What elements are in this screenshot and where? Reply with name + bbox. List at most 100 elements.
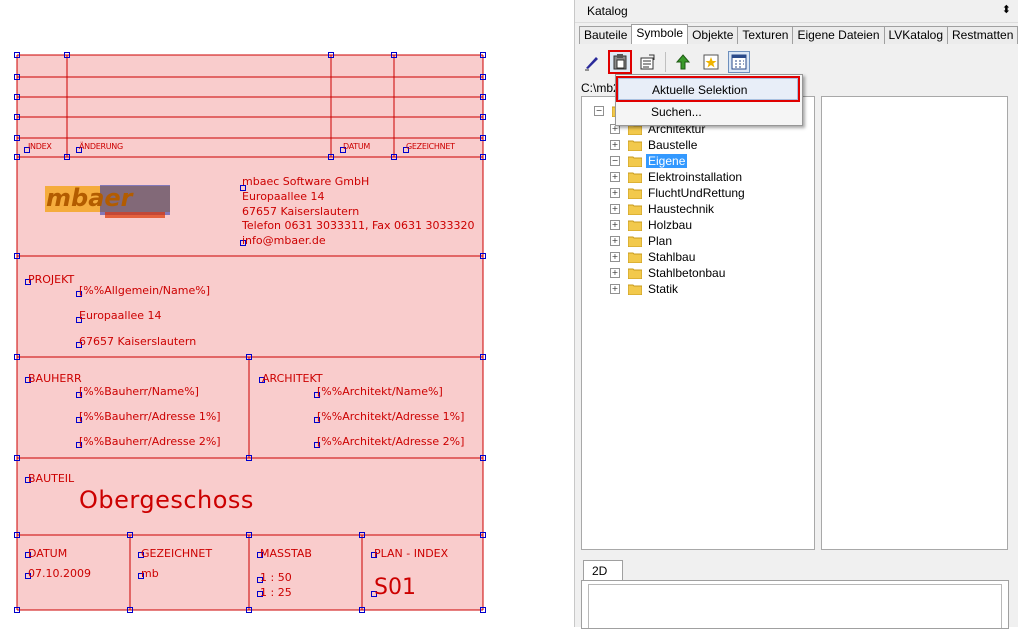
expand-icon[interactable]: + <box>610 140 620 150</box>
tab-lvkatalog[interactable]: LVKatalog <box>883 26 949 44</box>
tree-item-plan[interactable]: + Plan <box>610 233 674 249</box>
catalog-toolbar <box>581 50 756 74</box>
architect-address-1: [%%Architekt/Adresse 1%] <box>317 410 465 423</box>
up-arrow-icon <box>675 54 691 70</box>
project-name: [%%Allgemein/Name%] <box>79 284 210 297</box>
company-email: info@mbaer.de <box>242 234 326 247</box>
folder-icon <box>628 252 642 263</box>
folder-icon <box>628 284 642 295</box>
view-2d-pane[interactable] <box>581 580 1009 629</box>
tree-item-label: Holzbau <box>648 218 693 232</box>
properties-button[interactable] <box>637 51 659 73</box>
tree-item-baustelle[interactable]: + Baustelle <box>610 137 699 153</box>
tab-texturen[interactable]: Texturen <box>737 26 794 44</box>
tree-item-label: Eigene <box>646 154 688 168</box>
panel-title-bar: Katalog ⬍ <box>575 0 1018 23</box>
project-label: PROJEKT <box>28 273 75 286</box>
owner-name: [%%Bauherr/Name%] <box>79 385 199 398</box>
tree-item-label: Statik <box>648 282 679 296</box>
footer-date-label: DATUM <box>28 547 68 560</box>
panel-title: Katalog <box>587 4 628 18</box>
header-date-label: DATUM <box>343 142 371 151</box>
company-street: Europaallee 14 <box>242 190 325 203</box>
tab-symbole[interactable]: Symbole <box>631 24 689 44</box>
tab-objekte[interactable]: Objekte <box>687 26 739 44</box>
expand-icon[interactable]: + <box>610 236 620 246</box>
folder-icon <box>628 188 642 199</box>
expand-icon[interactable]: + <box>610 204 620 214</box>
folder-icon <box>628 172 642 183</box>
pin-icon[interactable]: ⬍ <box>1002 3 1011 16</box>
cad-drawing-area[interactable]: INDEX ÄNDERUNG DATUM GEZEICHNET mbaer mb… <box>0 0 570 627</box>
footer-drawn-value: mb <box>141 567 159 580</box>
tree-item-holzbau[interactable]: + Holzbau <box>610 217 694 233</box>
tree-item-stahlbetonbau[interactable]: + Stahlbetonbau <box>610 265 727 281</box>
collapse-icon[interactable]: − <box>594 106 604 116</box>
company-name: mbaec Software GmbH <box>242 175 370 188</box>
favorites-button[interactable] <box>700 51 722 73</box>
symbol-preview[interactable] <box>821 96 1008 550</box>
folder-icon <box>628 268 642 279</box>
logo-text: mbaer <box>46 184 133 212</box>
context-menu: Aktuelle Selektion Suchen... <box>615 74 803 126</box>
catalog-tabs: Bauteile Symbole Objekte Texturen Eigene… <box>579 24 1018 44</box>
expand-icon[interactable]: + <box>610 172 620 182</box>
tree-item-fluchtundrettung[interactable]: + FluchtUndRettung <box>610 185 747 201</box>
header-drawn-label: GEZEICHNET <box>406 142 455 151</box>
tab-restmatten[interactable]: Restmatten <box>947 26 1018 44</box>
footer-plan-value: S01 <box>374 575 416 600</box>
paste-button[interactable] <box>608 50 632 74</box>
part-label: BAUTEIL <box>28 472 75 485</box>
owner-address-1: [%%Bauherr/Adresse 1%] <box>79 410 221 423</box>
footer-date-value: 07.10.2009 <box>28 567 91 580</box>
architect-name: [%%Architekt/Name%] <box>317 385 443 398</box>
expand-icon[interactable]: + <box>610 268 620 278</box>
architect-address-2: [%%Architekt/Adresse 2%] <box>317 435 465 448</box>
tree-item-elektroinstallation[interactable]: + Elektroinstallation <box>610 169 744 185</box>
star-icon <box>703 54 719 70</box>
menu-item-current-selection[interactable]: Aktuelle Selektion <box>616 76 800 102</box>
bottom-view-area: 2D <box>581 556 1013 629</box>
catalog-tree[interactable]: − + Architektur + Baustelle − Eigene + Elektroi… <box>581 96 815 550</box>
folder-icon <box>628 156 642 167</box>
properties-icon <box>640 54 655 70</box>
expand-icon[interactable]: + <box>610 188 620 198</box>
footer-scale-2: 1 : 25 <box>260 586 292 599</box>
tree-item-haustechnik[interactable]: + Haustechnik <box>610 201 716 217</box>
tree-item-label: Stahlbetonbau <box>648 266 726 280</box>
menu-item-search[interactable]: Suchen... <box>618 101 798 123</box>
company-phone: Telefon 0631 3033311, Fax 0631 3033320 <box>242 219 475 232</box>
part-value: Obergeschoss <box>79 486 254 514</box>
pen-icon <box>585 57 598 71</box>
tree-item-statik[interactable]: + Statik <box>610 281 680 297</box>
tree-item-label: FluchtUndRettung <box>648 186 745 200</box>
owner-label: BAUHERR <box>28 372 82 385</box>
expand-icon[interactable]: + <box>610 220 620 230</box>
tab-2d[interactable]: 2D <box>583 560 623 580</box>
tab-eigene-dateien[interactable]: Eigene Dateien <box>792 26 885 44</box>
project-street: Europaallee 14 <box>79 309 162 322</box>
pen-button[interactable] <box>581 51 603 73</box>
tree-item-label: Elektroinstallation <box>648 170 743 184</box>
tree-item-eigene[interactable]: − Eigene <box>610 153 688 169</box>
expand-icon[interactable]: + <box>610 252 620 262</box>
footer-plan-label: PLAN - INDEX <box>374 547 449 560</box>
clipboard-icon <box>613 54 627 70</box>
project-city: 67657 Kaiserslautern <box>79 335 197 348</box>
footer-drawn-label: GEZEICHNET <box>141 547 213 560</box>
view-mode-button[interactable] <box>728 51 750 73</box>
grid-view-icon <box>731 54 747 70</box>
tree-item-stahlbau[interactable]: + Stahlbau <box>610 249 697 265</box>
toolbar-separator <box>665 52 666 72</box>
expand-icon[interactable]: + <box>610 284 620 294</box>
up-folder-button[interactable] <box>672 51 694 73</box>
architect-label: ARCHITEKT <box>262 372 323 385</box>
owner-address-2: [%%Bauherr/Adresse 2%] <box>79 435 221 448</box>
footer-scale-1: 1 : 50 <box>260 571 292 584</box>
tree-item-label: Baustelle <box>648 138 698 152</box>
folder-icon <box>628 220 642 231</box>
tab-bauteile[interactable]: Bauteile <box>579 26 633 44</box>
folder-icon <box>628 140 642 151</box>
collapse-icon[interactable]: − <box>610 156 620 166</box>
folder-icon <box>628 236 642 247</box>
